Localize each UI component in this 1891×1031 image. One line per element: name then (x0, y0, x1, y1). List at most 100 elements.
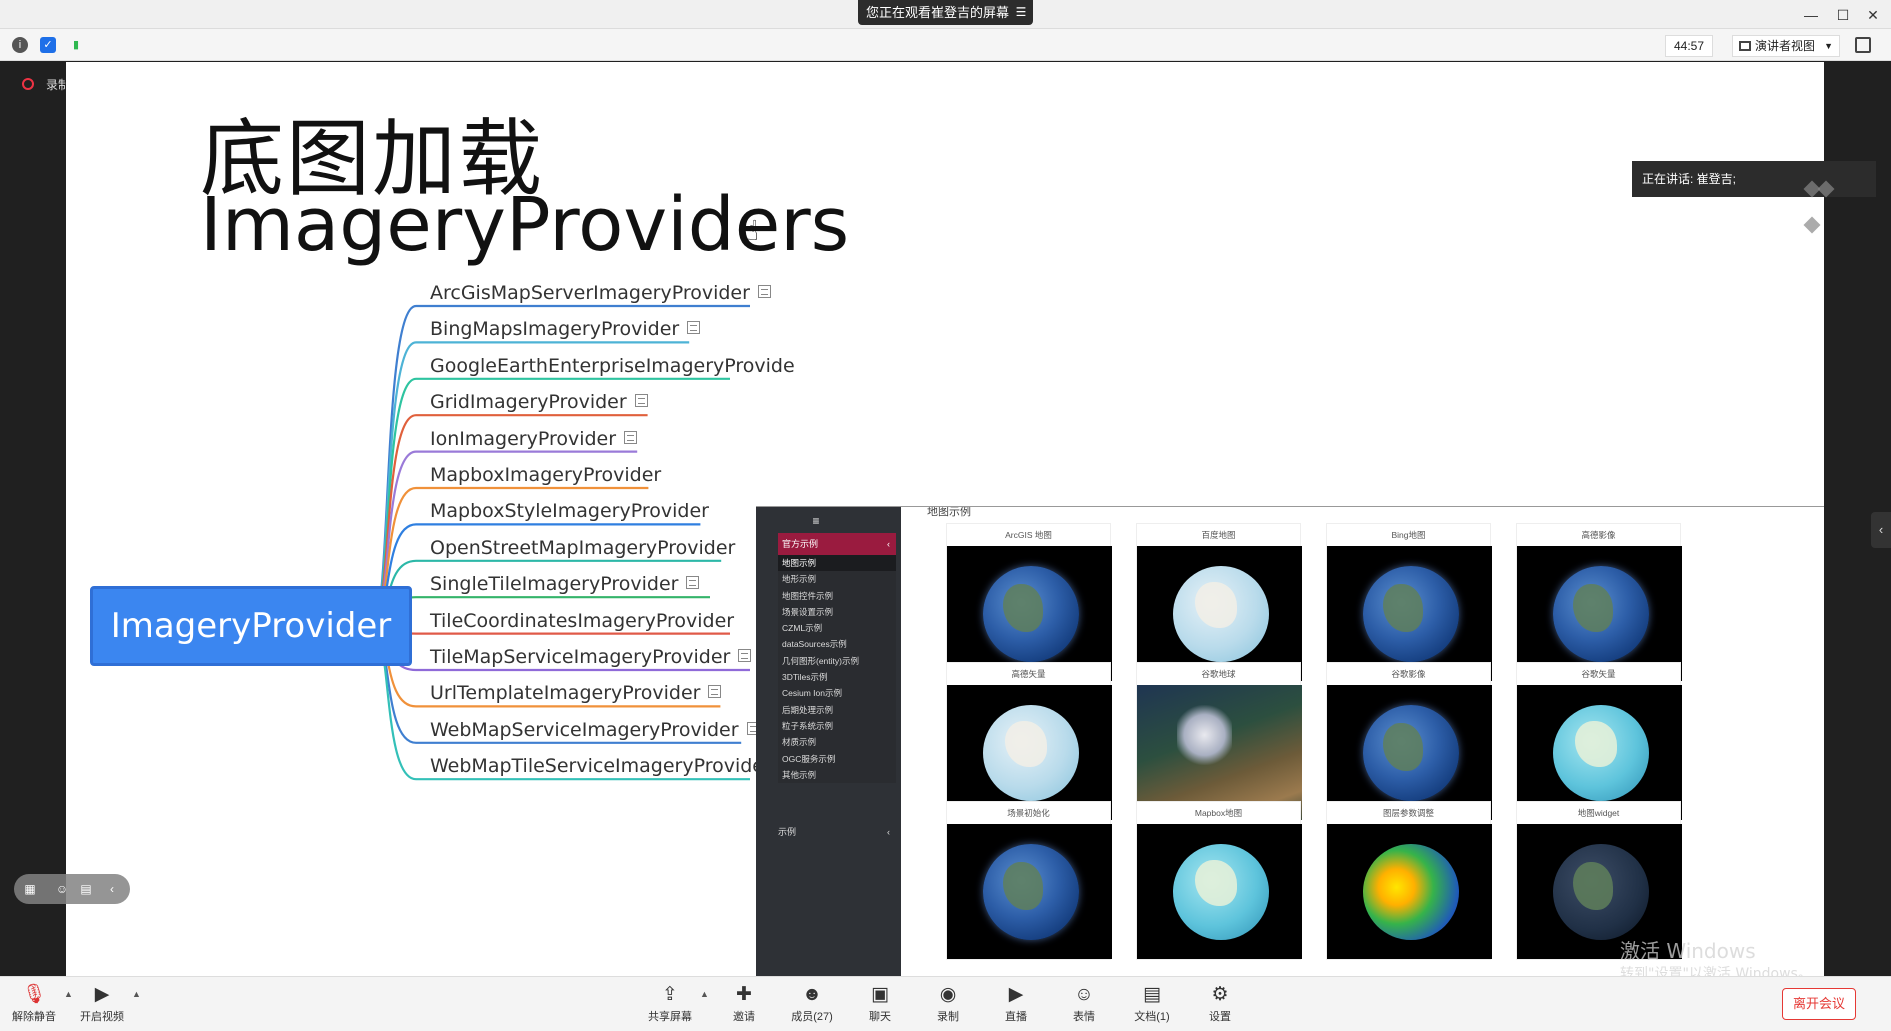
sidebar-item[interactable]: 其他示例 (778, 766, 896, 784)
sidebar-item[interactable]: 几何图形(entity)示例 (778, 652, 896, 670)
mind-map-leaf: IonImageryProvider (430, 427, 638, 450)
chevron-left-icon: ‹ (887, 827, 890, 837)
sidebar-section-official[interactable]: 官方示例 ‹ (778, 533, 896, 555)
mind-map-leaf-label: TileMapServiceImageryProvider (430, 646, 731, 668)
sidebar-item[interactable]: 后期处理示例 (778, 701, 896, 718)
side-panel-toggle[interactable]: ‹ (1871, 512, 1891, 548)
sidebar-section-examples[interactable]: 示例 ‹ (778, 823, 896, 841)
settings-button[interactable]: ⚙ 设置 (1190, 981, 1250, 1029)
meeting-toolbar: 🎙 解除静音 ▲ ▶ 开启视频 ▲ ⇪ 共享屏幕 ▲ ✚ 邀请 ☻ 成员(27)… (0, 976, 1891, 1031)
continent-shape (1383, 584, 1423, 632)
mind-map-leaf: BingMapsImageryProvider (430, 318, 701, 341)
globe-image (1173, 566, 1269, 662)
sidebar-item[interactable]: 场景设置示例 (778, 603, 896, 621)
mind-map-leaf-label: GoogleEarthEnterpriseImageryProvide (430, 354, 795, 377)
collapse-icon[interactable]: ‹ (104, 881, 120, 897)
mind-map-leaf: TileMapServiceImageryProvider (430, 646, 752, 668)
unmute-label: 解除静音 (12, 1011, 56, 1023)
continent-shape (1573, 862, 1613, 910)
continent-shape (1575, 721, 1617, 767)
documents-button[interactable]: ▤ 文档(1) (1122, 981, 1182, 1029)
gallery-card[interactable]: Bing地图 (1326, 523, 1492, 682)
share-screen-button[interactable]: ⇪ 共享屏幕 (640, 981, 700, 1029)
chat-bubble-icon[interactable]: ▤ (78, 881, 94, 897)
card-thumbnail (1517, 546, 1682, 681)
presentation-slide: 底图加载 ImageryProviders ☝ ImageryProvider … (66, 62, 1824, 976)
menu-icon[interactable]: ≡ (756, 511, 876, 531)
sidebar-item[interactable]: 粒子系统示例 (778, 717, 896, 735)
gallery-card[interactable]: 高德矢量 (946, 662, 1112, 821)
card-thumbnail (947, 546, 1112, 681)
invite-button[interactable]: ✚ 邀请 (714, 981, 774, 1029)
share-screen-icon: ⇪ (662, 984, 678, 1005)
shield-icon[interactable]: ✓ (40, 37, 56, 53)
share-options-caret[interactable]: ▲ (700, 989, 709, 999)
chat-button[interactable]: ▣ 聊天 (850, 981, 910, 1029)
sidebar-item[interactable]: 3DTiles示例 (778, 669, 896, 686)
gallery-card[interactable]: 高德影像 (1516, 523, 1682, 682)
emoji-button[interactable]: ☺ 表情 (1054, 981, 1114, 1029)
continent-shape (1003, 584, 1043, 632)
maximize-button[interactable]: ☐ (1832, 4, 1854, 26)
leave-meeting-button[interactable]: 离开会议 (1782, 988, 1856, 1020)
fullscreen-icon[interactable] (1855, 37, 1871, 53)
gallery-card[interactable]: 谷歌地球 (1136, 662, 1302, 821)
banner-menu-icon[interactable]: ☰ (1013, 4, 1029, 20)
speaker-label: 正在讲话: 崔登吉; (1642, 172, 1737, 186)
gallery-card[interactable]: ArcGIS 地图 (946, 523, 1112, 682)
card-title: Mapbox地图 (1137, 802, 1300, 824)
sidebar-menu: 地图示例 地形示例 地图控件示例 场景设置示例 CZML示例 dataSources示例几… (778, 555, 896, 784)
screen-share-banner[interactable]: 您正在观看崔登吉的屏幕 ☰ (858, 0, 1033, 25)
video-options-caret[interactable]: ▲ (132, 989, 141, 999)
emoji-icon: ☺ (1074, 984, 1094, 1005)
chat-label: 聊天 (869, 1011, 891, 1023)
mind-map-leaf-label: MapboxImageryProvider (430, 464, 662, 486)
gallery-card[interactable]: Mapbox地图 (1136, 801, 1302, 960)
reaction-icon[interactable]: ☺ (54, 881, 70, 897)
sidebar-item[interactable]: CZML示例 (778, 620, 896, 637)
card-title: 谷歌影像 (1327, 663, 1490, 685)
floating-layout-controls: ▦ ☺ ▤ ‹ (14, 874, 130, 904)
note-icon (634, 394, 648, 408)
mind-map-leaf: MapboxStyleImageryProvider (430, 500, 709, 522)
globe-image (1553, 705, 1649, 801)
mic-muted-icon: 🎙 (21, 984, 47, 1005)
mind-map-leaf: GridImageryProvider (430, 391, 648, 413)
sidebar-item[interactable]: Cesium Ion示例 (778, 685, 896, 702)
members-button[interactable]: ☻ 成员(27) (782, 981, 842, 1029)
globe-image (1363, 844, 1459, 940)
gallery-card[interactable]: 图层参数调整 (1326, 801, 1492, 960)
sidebar-item[interactable]: OGC服务示例 (778, 750, 896, 767)
info-icon[interactable]: i (12, 37, 28, 53)
emoji-label: 表情 (1073, 1011, 1095, 1023)
mind-map-leaf-label: BingMapsImageryProvider (430, 318, 680, 341)
mind-map-leaf-label: WebMapTileServiceImageryProvider (430, 755, 772, 778)
unmute-button[interactable]: 🎙 解除静音 (4, 981, 64, 1029)
record-button[interactable]: ◉ 录制 (918, 981, 978, 1029)
members-label: 成员(27) (791, 1011, 833, 1023)
mind-map-leaf: UrlTemplateImageryProvider (430, 682, 722, 704)
close-button[interactable]: ✕ (1862, 4, 1884, 26)
sidebar-item[interactable]: 地图控件示例 (778, 587, 896, 604)
signal-icon[interactable]: ▮ (68, 37, 84, 53)
gallery-card[interactable]: 场景初始化 (946, 801, 1112, 960)
continent-shape (1383, 723, 1423, 771)
sidebar-item[interactable]: 材质示例 (778, 734, 896, 751)
gallery-card[interactable]: 谷歌影像 (1326, 662, 1492, 821)
gallery-card[interactable]: 百度地图 (1136, 523, 1302, 682)
grid-layout-icon[interactable]: ▦ (22, 881, 38, 897)
sidebar-item[interactable]: dataSources示例 (778, 636, 896, 653)
minimize-button[interactable]: — (1800, 4, 1822, 26)
note-icon (624, 430, 638, 444)
start-video-button[interactable]: ▶ 开启视频 (72, 981, 132, 1029)
gallery-card[interactable]: 谷歌矢量 (1516, 662, 1682, 821)
sidebar-item[interactable]: 地形示例 (778, 571, 896, 588)
sidebar-item[interactable]: 地图示例 (778, 555, 896, 572)
view-mode-dropdown[interactable]: 演讲者视图 ▼ (1732, 35, 1840, 57)
chevron-down-icon: ▼ (1824, 41, 1833, 51)
mind-map-leaf-label: TileCoordinatesImageryProvider (430, 609, 735, 632)
live-button[interactable]: ▶ 直播 (986, 981, 1046, 1029)
add-user-icon: ✚ (736, 984, 752, 1005)
mind-map-leaf-label: IonImageryProvider (430, 427, 617, 450)
mind-map-leaf-label: MapboxStyleImageryProvider (430, 500, 709, 523)
